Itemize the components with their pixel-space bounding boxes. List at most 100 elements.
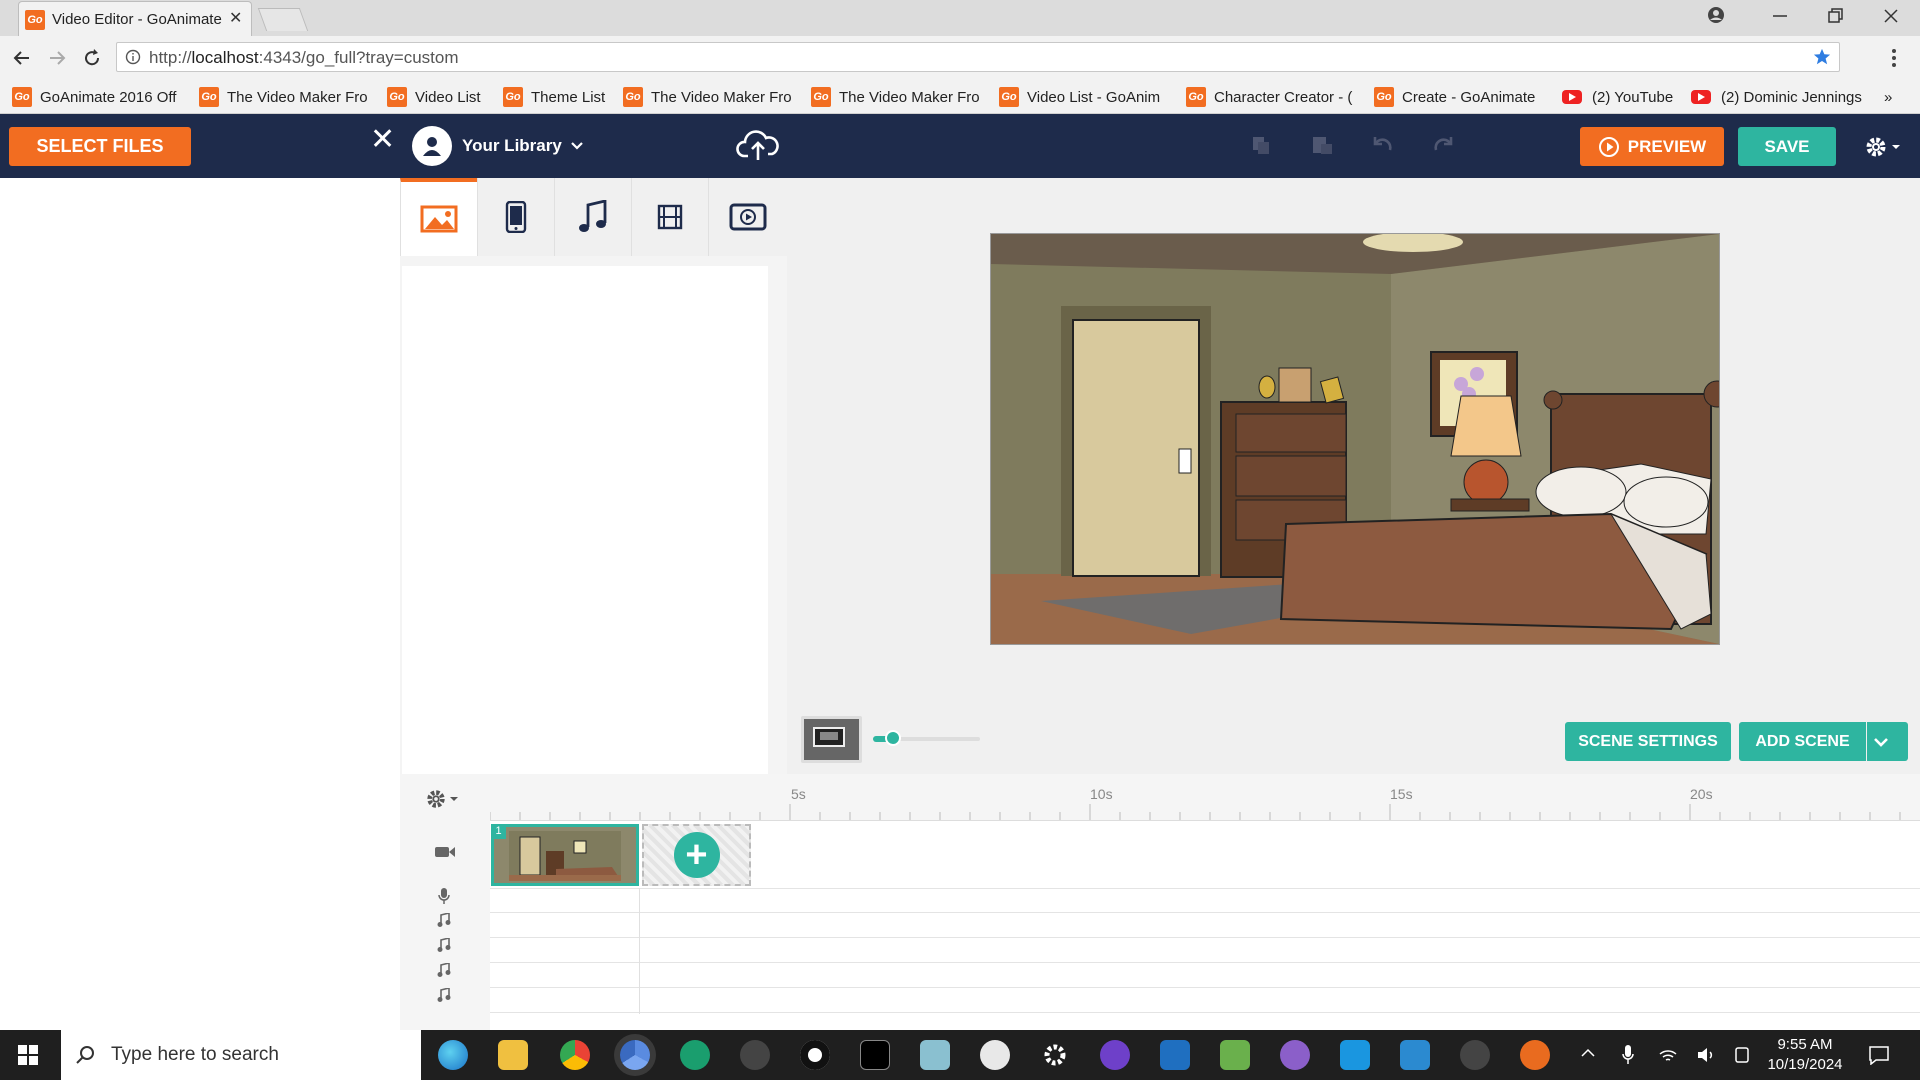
url-bar[interactable]: http://localhost:4343/go_full?tray=custo… bbox=[116, 42, 1840, 72]
redo-icon[interactable] bbox=[1432, 134, 1454, 154]
scene-thumbnail-toggle[interactable] bbox=[801, 716, 862, 763]
audio-track[interactable] bbox=[490, 937, 1920, 963]
voice-track[interactable] bbox=[490, 888, 1920, 913]
copy-icon[interactable] bbox=[1250, 134, 1272, 156]
audio-track[interactable] bbox=[490, 987, 1920, 1013]
upload-cloud-icon[interactable] bbox=[736, 126, 780, 164]
back-arrow-icon[interactable] bbox=[12, 48, 32, 68]
track-header-column bbox=[400, 820, 490, 1030]
app-icon[interactable] bbox=[1460, 1040, 1490, 1070]
settings-gear-icon[interactable] bbox=[1864, 135, 1901, 159]
zoom-slider-handle[interactable] bbox=[885, 730, 901, 746]
app-icon[interactable] bbox=[680, 1040, 710, 1070]
bookmark-item[interactable]: (2) YouTube bbox=[1562, 87, 1680, 107]
url-scheme: http:// bbox=[149, 48, 192, 67]
new-tab-button[interactable] bbox=[257, 8, 309, 31]
film-icon bbox=[657, 204, 683, 230]
microphone-icon[interactable] bbox=[1622, 1045, 1634, 1065]
windows-start-icon[interactable] bbox=[18, 1045, 38, 1065]
goanimate-favicon-icon: Go bbox=[503, 87, 523, 107]
scene-number-badge: 1 bbox=[491, 824, 506, 839]
bookmark-item[interactable]: Go GoAnimate 2016 Off bbox=[12, 87, 184, 107]
profile-icon[interactable] bbox=[1705, 4, 1727, 26]
app-icon[interactable] bbox=[920, 1040, 950, 1070]
bookmark-item[interactable]: Go Video List bbox=[387, 87, 491, 107]
close-panel-icon[interactable]: ✕ bbox=[370, 122, 395, 157]
bookmark-item[interactable]: Go Character Creator - ( bbox=[1186, 87, 1358, 107]
app-icon[interactable] bbox=[1220, 1040, 1250, 1070]
preview-button[interactable]: PREVIEW bbox=[1580, 127, 1724, 166]
audio-track[interactable] bbox=[490, 962, 1920, 988]
browser-menu-icon[interactable] bbox=[1890, 48, 1898, 68]
taskbar-search-box[interactable]: Type here to search bbox=[61, 1030, 421, 1080]
bookmark-item[interactable]: (2) Dominic Jennings bbox=[1691, 87, 1869, 107]
wifi-icon[interactable] bbox=[1658, 1046, 1678, 1064]
tab-sounds[interactable] bbox=[554, 178, 631, 256]
app-icon[interactable] bbox=[1400, 1040, 1430, 1070]
chevron-up-icon[interactable] bbox=[1580, 1048, 1596, 1058]
audio-track[interactable] bbox=[490, 912, 1920, 938]
skype-icon[interactable] bbox=[1340, 1040, 1370, 1070]
bookmark-item[interactable]: Go The Video Maker Fro bbox=[623, 87, 795, 107]
bookmark-item[interactable]: Go Video List - GoAnim bbox=[999, 87, 1171, 107]
tab-images[interactable] bbox=[400, 178, 477, 256]
window-close-icon[interactable] bbox=[1881, 4, 1901, 28]
system-clock[interactable]: 9:55 AM 10/19/2024 bbox=[1752, 1035, 1858, 1075]
bookmark-label: The Video Maker Fro bbox=[839, 88, 980, 106]
video-camera-icon bbox=[434, 845, 456, 859]
media-player-icon[interactable] bbox=[1280, 1040, 1310, 1070]
phone-icon bbox=[505, 201, 527, 233]
undo-icon[interactable] bbox=[1372, 134, 1394, 154]
bookmark-star-icon[interactable] bbox=[1813, 48, 1831, 66]
volume-icon[interactable] bbox=[1696, 1046, 1716, 1064]
edge-icon[interactable] bbox=[438, 1040, 468, 1070]
bookmark-item[interactable]: Go Theme List bbox=[503, 87, 611, 107]
atom-icon[interactable] bbox=[740, 1040, 770, 1070]
browser-tab-strip: Go Video Editor - GoAnimate ✕ bbox=[0, 0, 1920, 36]
add-scene-slot[interactable]: + bbox=[642, 824, 751, 886]
minimize-icon[interactable] bbox=[1770, 4, 1790, 28]
device-icon[interactable] bbox=[1734, 1046, 1750, 1064]
vscode-icon[interactable] bbox=[1160, 1040, 1190, 1070]
bookmarks-overflow-button[interactable]: » bbox=[1884, 87, 1904, 107]
paste-icon[interactable] bbox=[1310, 134, 1334, 156]
tab-media[interactable] bbox=[708, 178, 787, 256]
scene-clip[interactable] bbox=[491, 824, 639, 886]
scene-canvas[interactable] bbox=[990, 233, 1720, 645]
restore-icon[interactable] bbox=[1825, 4, 1845, 28]
add-scene-dropdown[interactable] bbox=[1867, 722, 1908, 761]
info-icon[interactable] bbox=[125, 49, 141, 65]
chrome-canary-icon[interactable] bbox=[620, 1040, 650, 1070]
scene-settings-button[interactable]: SCENE SETTINGS bbox=[1565, 722, 1731, 761]
notifications-icon[interactable] bbox=[1868, 1045, 1890, 1065]
file-explorer-icon[interactable] bbox=[498, 1040, 528, 1070]
bookmark-item[interactable]: Go The Video Maker Fro bbox=[199, 87, 371, 107]
goanimate-favicon-icon: Go bbox=[1374, 87, 1394, 107]
timeline-settings-gear-icon[interactable] bbox=[425, 788, 459, 810]
library-asset-list[interactable] bbox=[402, 266, 768, 774]
select-files-button[interactable]: SELECT FILES bbox=[9, 127, 191, 166]
timeline-ruler[interactable]: 5s 10s 15s 20s bbox=[400, 774, 1920, 821]
chrome-icon[interactable] bbox=[560, 1040, 590, 1070]
save-button[interactable]: SAVE bbox=[1738, 127, 1836, 166]
goanimate-favicon-icon: Go bbox=[999, 87, 1019, 107]
forward-arrow-icon[interactable] bbox=[47, 48, 67, 68]
bookmark-item[interactable]: Go The Video Maker Fro bbox=[811, 87, 983, 107]
bookmark-item[interactable]: Go Create - GoAnimate bbox=[1374, 87, 1546, 107]
settings-icon[interactable] bbox=[1040, 1040, 1070, 1070]
windows-taskbar: Type here to search 9:55 AM 10/19/2024 bbox=[0, 1030, 1920, 1080]
add-scene-button[interactable]: ADD SCENE bbox=[1739, 722, 1866, 761]
browser-tab[interactable]: Go Video Editor - GoAnimate ✕ bbox=[18, 1, 252, 36]
tab-close-icon[interactable]: ✕ bbox=[229, 8, 242, 28]
tab-props[interactable] bbox=[477, 178, 554, 256]
tick-label: 10s bbox=[1090, 786, 1113, 802]
fl-studio-icon[interactable] bbox=[1520, 1040, 1550, 1070]
library-selector[interactable]: Your Library bbox=[412, 126, 584, 166]
record-icon[interactable] bbox=[800, 1040, 830, 1070]
music-note-icon bbox=[578, 200, 608, 234]
reload-icon[interactable] bbox=[82, 48, 102, 68]
clock-app-icon[interactable] bbox=[980, 1040, 1010, 1070]
terminal-icon[interactable] bbox=[860, 1040, 890, 1070]
tab-videos[interactable] bbox=[631, 178, 708, 256]
github-icon[interactable] bbox=[1100, 1040, 1130, 1070]
